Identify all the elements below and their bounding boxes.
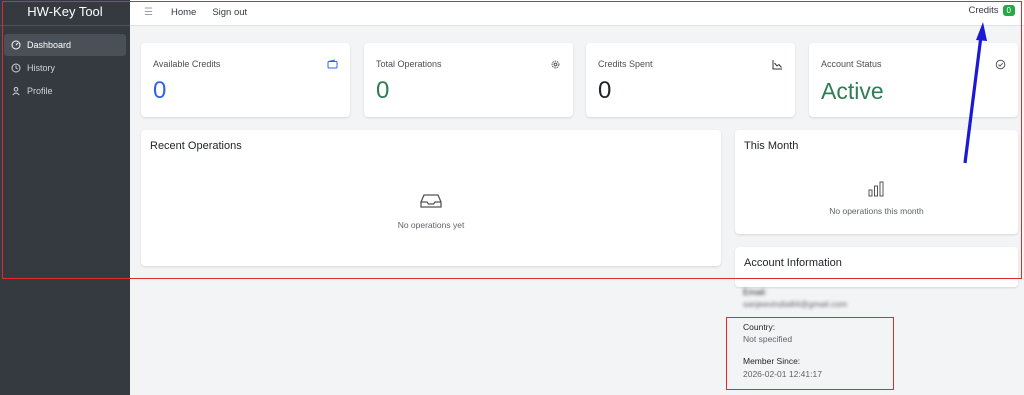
- menu-icon[interactable]: ☰: [144, 7, 153, 18]
- stat-label: Credits Spent: [598, 59, 653, 69]
- card-title: Account Information: [744, 257, 842, 269]
- profile-icon: [10, 85, 22, 97]
- card-title: This Month: [744, 140, 799, 152]
- sidebar: HW-Key Tool Dashboard History Profile: [0, 0, 130, 395]
- account-information-card: Account Information: [735, 247, 1018, 287]
- empty-message: No operations this month: [829, 206, 924, 216]
- bar-chart-icon: [868, 181, 884, 202]
- stat-card-credits-spent: Credits Spent 0: [586, 43, 795, 117]
- country-value: Not specified: [743, 334, 793, 344]
- sidebar-item-profile[interactable]: Profile: [4, 80, 126, 102]
- credits-label: Credits: [968, 5, 999, 16]
- stat-value: 0: [376, 77, 390, 104]
- home-link[interactable]: Home: [171, 7, 196, 18]
- stat-label: Total Operations: [376, 59, 442, 69]
- sidebar-nav: Dashboard History Profile: [0, 26, 130, 111]
- credits-indicator[interactable]: Credits 0: [968, 5, 1015, 16]
- card-title: Recent Operations: [150, 140, 242, 152]
- credits-badge: 0: [1002, 5, 1015, 16]
- dashboard-icon: [10, 39, 22, 51]
- stat-label: Account Status: [821, 59, 882, 69]
- wallet-icon: [327, 57, 338, 69]
- stat-value: 0: [153, 77, 167, 104]
- sign-out-link[interactable]: Sign out: [212, 7, 247, 18]
- chart-line-icon: [772, 57, 783, 70]
- this-month-card: This Month No operations this month: [735, 130, 1018, 234]
- email-value: sanjeevindia84@gmail.com: [743, 299, 848, 309]
- sidebar-item-label: Dashboard: [27, 40, 72, 50]
- email-label: Email:: [743, 287, 767, 297]
- gear-icon: [550, 57, 561, 69]
- sidebar-item-history[interactable]: History: [4, 57, 126, 79]
- history-icon: [10, 62, 22, 74]
- sidebar-item-dashboard[interactable]: Dashboard: [4, 34, 126, 56]
- sidebar-item-label: Profile: [27, 86, 53, 96]
- empty-message: No operations yet: [397, 220, 465, 230]
- stat-label: Available Credits: [153, 59, 221, 69]
- member-since-value: 2026-02-01 12:41:17: [743, 369, 822, 379]
- country-label: Country:: [743, 322, 776, 332]
- stat-card-total-operations: Total Operations 0: [364, 43, 573, 117]
- stat-card-available-credits: Available Credits 0: [141, 43, 350, 117]
- inbox-icon: [420, 193, 442, 214]
- stat-value: 0: [598, 77, 612, 104]
- sidebar-item-label: History: [27, 63, 56, 73]
- member-since-label: Member Since:: [743, 356, 801, 366]
- check-circle-icon: [995, 57, 1006, 70]
- recent-operations-card: Recent Operations No operations yet: [141, 130, 721, 266]
- brand-title[interactable]: HW-Key Tool: [0, 0, 130, 26]
- top-navbar: ☰ Home Sign out Credits 0: [130, 0, 1024, 26]
- stat-value: Active: [821, 78, 884, 104]
- stat-card-account-status: Account Status Active: [809, 43, 1018, 117]
